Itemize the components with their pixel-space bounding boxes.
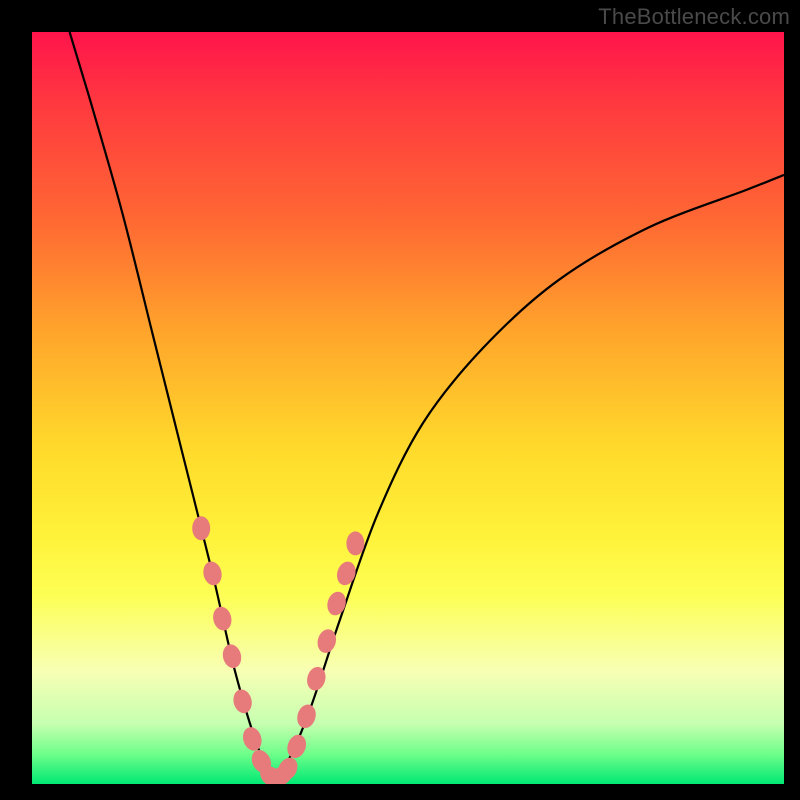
bead bbox=[295, 702, 319, 730]
bead bbox=[192, 516, 210, 540]
bottleneck-curve bbox=[70, 32, 784, 777]
bead bbox=[284, 732, 309, 761]
bead bbox=[325, 589, 349, 617]
bead bbox=[220, 642, 243, 670]
plot-area bbox=[32, 32, 784, 784]
bead bbox=[201, 560, 224, 587]
bead bbox=[231, 687, 254, 715]
highlight-beads bbox=[192, 516, 364, 784]
bead bbox=[211, 605, 234, 632]
curve-layer bbox=[32, 32, 784, 784]
chart-frame: TheBottleneck.com bbox=[0, 0, 800, 800]
watermark-text: TheBottleneck.com bbox=[598, 4, 790, 30]
bead bbox=[334, 559, 358, 587]
bead bbox=[346, 531, 364, 555]
bead bbox=[240, 725, 264, 753]
